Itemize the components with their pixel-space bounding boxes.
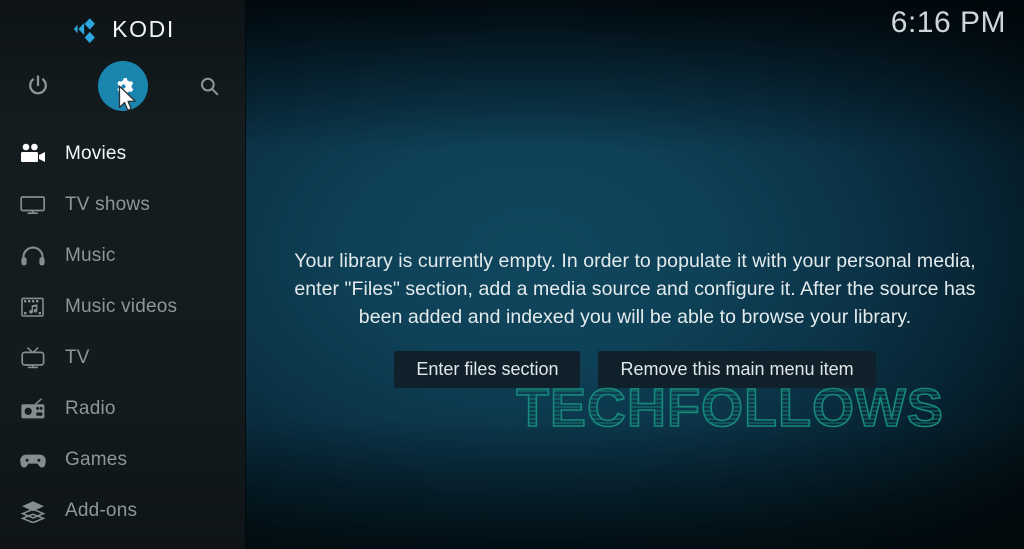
- remove-main-menu-item-button[interactable]: Remove this main menu item: [598, 351, 876, 388]
- empty-library-panel: Your library is currently empty. In orde…: [279, 247, 991, 388]
- empty-library-actions: Enter files section Remove this main men…: [279, 351, 991, 388]
- sidebar-item-movies[interactable]: Movies: [0, 128, 246, 179]
- main-menu: Movies TV shows Music Music videos TV Ra…: [0, 128, 246, 536]
- empty-library-message: Your library is currently empty. In orde…: [294, 250, 976, 328]
- app-logo: KODI: [0, 9, 246, 49]
- gear-icon: [116, 77, 133, 95]
- sidebar-item-label: Music videos: [65, 295, 178, 317]
- sidebar: KODI Movies TV shows Music Music videos …: [0, 0, 246, 549]
- top-action-bar: [0, 60, 246, 112]
- main-content: Your library is currently empty. In orde…: [246, 0, 1024, 549]
- sidebar-item-music[interactable]: Music: [0, 230, 246, 281]
- clock: 6:16 PM: [890, 6, 1006, 39]
- enter-files-section-button[interactable]: Enter files section: [394, 351, 581, 388]
- sidebar-item-games[interactable]: Games: [0, 434, 246, 485]
- power-icon: [29, 75, 47, 95]
- sidebar-item-label: TV shows: [65, 193, 151, 215]
- sidebar-item-tv-shows[interactable]: TV shows: [0, 179, 246, 230]
- sidebar-item-label: Games: [65, 448, 128, 470]
- sidebar-item-label: Add-ons: [65, 499, 138, 521]
- app-logo-text: KODI: [112, 15, 175, 42]
- sidebar-item-label: Radio: [65, 397, 116, 419]
- addons-box-icon: [12, 496, 54, 526]
- radio-icon: [12, 394, 54, 424]
- sidebar-item-label: TV: [65, 346, 90, 368]
- sidebar-item-label: Movies: [65, 142, 127, 164]
- sidebar-item-music-videos[interactable]: Music videos: [0, 281, 246, 332]
- television-icon: [12, 190, 54, 220]
- search-button[interactable]: [183, 60, 235, 112]
- sidebar-item-label: Music: [65, 244, 116, 266]
- sidebar-item-radio[interactable]: Radio: [0, 383, 246, 434]
- search-icon: [200, 77, 218, 95]
- power-button[interactable]: [12, 60, 64, 112]
- sidebar-item-add-ons[interactable]: Add-ons: [0, 485, 246, 536]
- gamepad-icon: [12, 445, 54, 475]
- kodi-logo-icon: [73, 18, 96, 44]
- sidebar-item-tv[interactable]: TV: [0, 332, 246, 383]
- kodi-window: 6:16 PM Your library is currently empty.…: [0, 0, 1024, 549]
- music-video-icon: [12, 292, 54, 322]
- tv-antenna-icon: [12, 343, 54, 373]
- movie-camera-icon: [12, 139, 54, 169]
- headphones-icon: [12, 241, 54, 271]
- settings-button[interactable]: [97, 60, 149, 112]
